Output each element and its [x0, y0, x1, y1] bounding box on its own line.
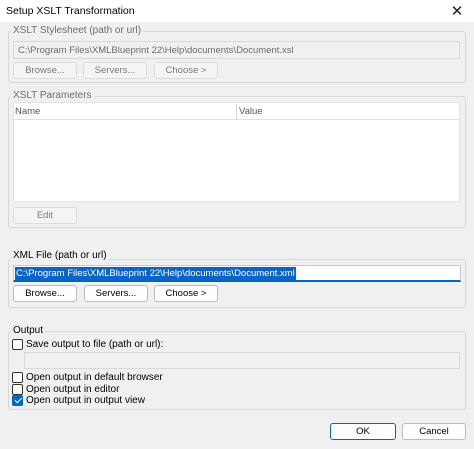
open-output-view-checkbox-row[interactable]: Open output in output view — [12, 395, 145, 406]
output-legend: Output — [11, 325, 46, 336]
stylesheet-path-value: C:\Program Files\XMLBlueprint 22\Help\do… — [18, 45, 294, 56]
xml-servers-label: Servers... — [95, 288, 137, 299]
parameters-legend: XSLT Parameters — [11, 90, 94, 101]
cancel-label: Cancel — [419, 426, 449, 437]
open-editor-checkbox[interactable] — [12, 384, 23, 395]
ok-button[interactable]: OK — [330, 423, 396, 440]
stylesheet-servers-button[interactable]: Servers... — [83, 62, 147, 79]
open-output-view-label: Open output in output view — [26, 395, 145, 406]
parameters-edit-label: Edit — [36, 210, 54, 221]
save-output-label: Save output to file (path or url): — [26, 339, 164, 350]
stylesheet-choose-button[interactable]: Choose > — [154, 62, 218, 79]
xml-servers-button[interactable]: Servers... — [84, 285, 148, 302]
open-browser-checkbox-row[interactable]: Open output in default browser — [12, 372, 163, 383]
window-title: Setup XSLT Transformation — [6, 5, 135, 17]
xml-choose-button[interactable]: Choose > — [154, 285, 218, 302]
stylesheet-browse-button[interactable]: Browse... — [13, 62, 77, 79]
column-header-value[interactable]: Value — [239, 106, 263, 117]
save-output-checkbox[interactable] — [12, 339, 23, 350]
xml-browse-label: Browse... — [25, 288, 65, 299]
open-editor-checkbox-row[interactable]: Open output in editor — [12, 384, 119, 395]
stylesheet-servers-label: Servers... — [94, 65, 136, 76]
xml-file-path-value: C:\Program Files\XMLBlueprint 22\Help\do… — [15, 267, 296, 280]
title-bar: Setup XSLT Transformation ✕ — [0, 0, 474, 22]
cancel-button[interactable]: Cancel — [402, 423, 466, 440]
save-output-path-field[interactable] — [24, 352, 460, 369]
column-divider — [236, 104, 237, 119]
stylesheet-choose-label: Choose > — [165, 65, 207, 76]
stylesheet-legend: XSLT Stylesheet (path or url) — [11, 25, 144, 36]
column-header-name[interactable]: Name — [15, 106, 40, 117]
parameters-table-header: Name Value — [14, 103, 459, 120]
xml-choose-label: Choose > — [165, 288, 207, 299]
open-output-view-checkbox[interactable] — [12, 395, 23, 406]
xml-file-legend: XML File (path or url) — [11, 250, 109, 261]
xml-file-path-field[interactable]: C:\Program Files\XMLBlueprint 22\Help\do… — [13, 265, 461, 282]
stylesheet-browse-label: Browse... — [25, 65, 65, 76]
save-output-checkbox-row[interactable]: Save output to file (path or url): — [12, 339, 163, 350]
close-icon[interactable]: ✕ — [440, 0, 474, 22]
stylesheet-path-field[interactable]: C:\Program Files\XMLBlueprint 22\Help\do… — [13, 41, 460, 59]
open-editor-label: Open output in editor — [26, 384, 120, 395]
parameters-edit-button[interactable]: Edit — [13, 207, 77, 224]
ok-label: OK — [356, 426, 370, 437]
open-browser-checkbox[interactable] — [12, 372, 23, 383]
xml-browse-button[interactable]: Browse... — [13, 285, 77, 302]
parameters-table[interactable]: Name Value — [13, 102, 460, 202]
open-browser-label: Open output in default browser — [26, 372, 163, 383]
